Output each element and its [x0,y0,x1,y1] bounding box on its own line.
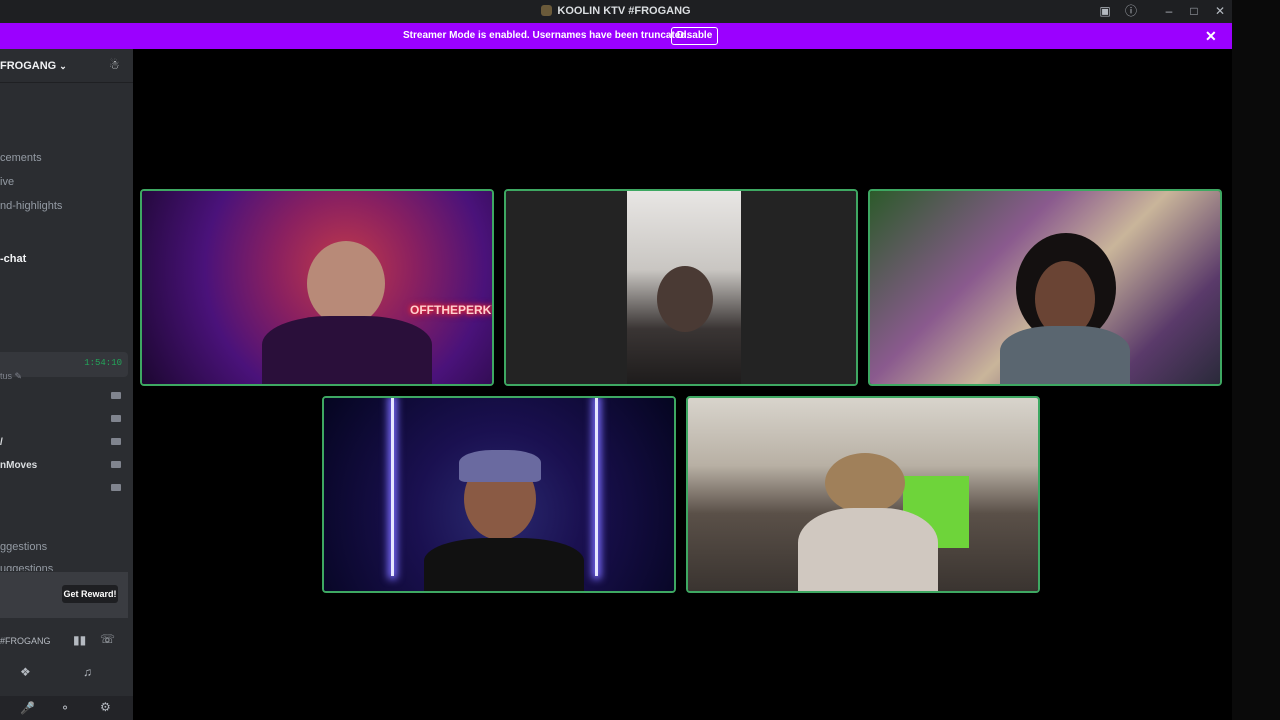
channel-item[interactable]: uggestions [0,563,53,571]
disconnect-icon[interactable]: ☏ [100,632,115,646]
server-name: FROGANG [0,60,57,72]
video-tile[interactable] [504,189,858,386]
camera-icon [111,438,121,445]
pencil-icon: ✎ [14,371,23,381]
minimize-icon[interactable]: – [1160,3,1178,20]
video-tile[interactable] [868,189,1222,386]
server-header[interactable]: FROGANG ⌄ [0,60,67,72]
banner-message: Streamer Mode is enabled. Usernames have… [403,30,690,41]
soundboard-icon[interactable]: ♫ [83,665,92,679]
camera-icon [111,392,121,399]
chevron-down-icon: ⌄ [59,61,67,71]
title-bar: KOOLIN KTV #FROGANG ▣ ⓘ – □ ✕ [0,0,1232,23]
neon-sign: OFFTHEPERKY [410,303,494,317]
camera-icon [111,461,121,468]
channel-item[interactable]: cements [0,152,42,164]
user-panel: 🎤 ⚬ ⚙ [0,696,133,720]
video-tile[interactable] [322,396,676,593]
settings-gear-icon[interactable]: ⚙ [100,700,111,714]
streamer-mode-banner: Streamer Mode is enabled. Usernames have… [0,23,1232,49]
participant-video [324,398,674,591]
custom-status[interactable]: tus ✎ [0,371,22,382]
participant-video [688,398,1038,591]
voice-user[interactable]: nMoves [0,458,124,474]
participant-video: OFFTHEPERKY [142,191,492,384]
camera-icon [111,415,121,422]
microphone-icon[interactable]: 🎤 [20,701,35,715]
channel-item[interactable]: nd-highlights [0,200,62,212]
help-icon[interactable]: ⓘ [1122,3,1140,20]
voice-timer: 1:54:10 [84,358,122,368]
maximize-icon[interactable]: □ [1185,3,1203,20]
participant-video [506,191,856,384]
channel-sidebar: FROGANG ⌄ ☃ cements ive nd-highlights -c… [0,49,133,720]
voice-user[interactable] [0,481,124,497]
window-title: KOOLIN KTV #FROGANG [557,5,691,17]
voice-user[interactable] [0,412,124,428]
divider [0,82,133,83]
get-reward-button[interactable]: Get Reward! [62,585,118,603]
voice-user[interactable]: / [0,435,124,451]
disable-button[interactable]: Disable [671,27,718,45]
background-strip [1232,0,1280,720]
channel-item-active[interactable]: -chat [0,253,26,265]
close-icon[interactable]: ✕ [1211,3,1229,20]
banner-close-icon[interactable]: ✕ [1205,28,1217,45]
channel-item[interactable]: ggestions [0,541,47,553]
activities-icon[interactable]: ❖ [20,665,31,679]
participant-video [870,191,1220,384]
voice-connected-channel[interactable]: #FROGANG [0,636,51,646]
server-icon [541,5,553,16]
screen-share-icon[interactable]: ▣ [1096,3,1114,20]
camera-icon [111,484,121,491]
invite-people-icon[interactable]: ☃ [109,58,120,72]
video-tile[interactable] [686,396,1040,593]
soundboard-waveform-icon[interactable]: ▮▮ [73,633,86,647]
headphones-icon[interactable]: ⚬ [60,701,70,715]
voice-user[interactable] [0,389,124,405]
video-tile[interactable]: OFFTHEPERKY [140,189,494,386]
channel-item[interactable]: ive [0,176,14,188]
reward-panel: Get Reward! [0,572,128,618]
